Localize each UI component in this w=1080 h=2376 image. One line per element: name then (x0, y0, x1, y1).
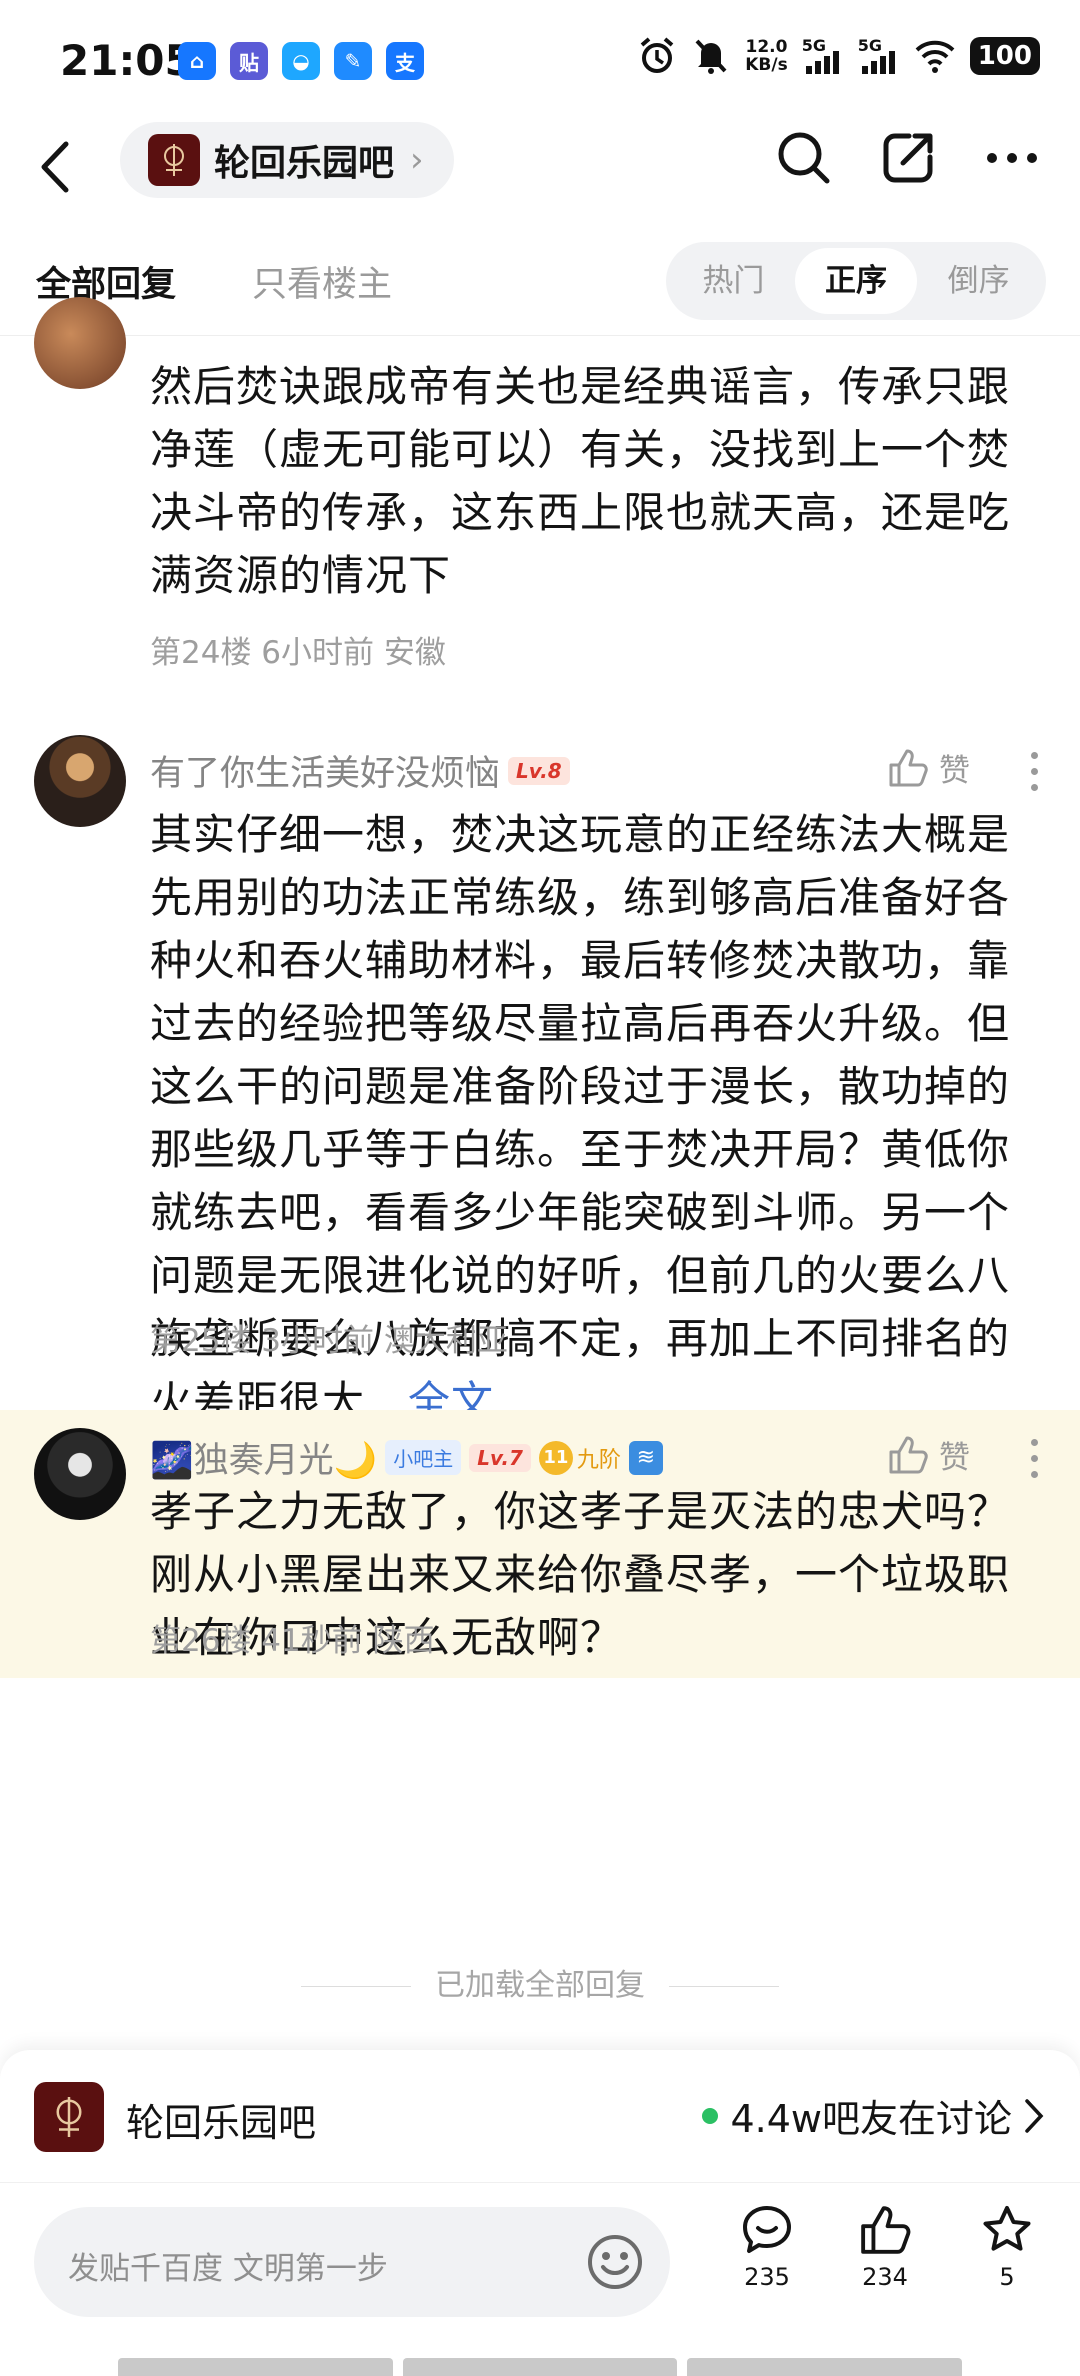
status-indicators: 12.0 KB/s 5G 5G 100 (637, 36, 1040, 76)
rank-badge: 11 九阶 (538, 1440, 621, 1475)
reply-meta: 第24楼 6小时前 安徽 (150, 635, 446, 671)
like-label: 赞 (939, 1440, 970, 1476)
app-icon-4: ✎ (334, 42, 372, 80)
more-vertical-icon[interactable] (1022, 1439, 1046, 1478)
avatar[interactable] (34, 735, 126, 827)
battery-indicator: 100 (969, 37, 1040, 75)
forum-emblem-icon (164, 144, 184, 176)
reply-input[interactable]: 发贴千百度 文明第一步 (34, 2207, 670, 2317)
forum-name: 轮回乐园吧 (126, 2101, 317, 2145)
app-icon-2: 贴 (230, 42, 268, 80)
reply-meta: 第26楼 41秒前 陕西 (150, 1623, 435, 1659)
like-button[interactable]: 赞 (887, 745, 970, 790)
forum-footer-card[interactable]: 轮回乐园吧 4.4w吧友在讨论 (0, 2050, 1080, 2182)
sort-toggle-group: 热门 正序 倒序 (666, 242, 1046, 320)
search-button[interactable] (774, 128, 834, 188)
comment-button[interactable]: 235 (722, 2203, 812, 2291)
thumbs-up-icon (889, 1436, 928, 1473)
all-loaded-notice: 已加载全部回复 (0, 1960, 1080, 2004)
reply-feed: 然后焚诀跟成帝有关也是经典谣言，传承只跟净莲（虚无可能可以）有关，没找到上一个焚… (0, 297, 1080, 1678)
admin-badge: 小吧主 (385, 1440, 462, 1475)
reply-item: 有了你生活美好没烦恼 Lv.8 赞 其实仔细一想，焚决这玩意的正经练法大概是先用… (0, 707, 1080, 1426)
tab-op-only[interactable]: 只看楼主 (252, 256, 392, 307)
like-button[interactable]: 赞 (887, 1432, 970, 1477)
thumbs-up-icon (861, 2206, 911, 2254)
discussion-count[interactable]: 4.4w吧友在讨论 (702, 2088, 1044, 2143)
chevron-right-icon (1025, 2098, 1044, 2133)
comment-count: 235 (744, 2263, 790, 2291)
tab-all-replies[interactable]: 全部回复 (36, 256, 176, 307)
reply-placeholder: 发贴千百度 文明第一步 (68, 2251, 388, 2287)
level-badge: Lv.7 (469, 1443, 531, 1472)
reply-meta: 第25楼 3小时前 澳大利亚 (150, 1323, 508, 1359)
wifi-icon (915, 40, 955, 73)
forum-emblem-icon (56, 2097, 82, 2137)
status-time: 21:05 (60, 36, 194, 85)
forum-logo (148, 134, 200, 186)
rank-label: 九阶 (576, 1447, 621, 1473)
reply-filter-bar: 全部回复 只看楼主 热门 正序 倒序 (0, 236, 1080, 336)
share-button[interactable] (878, 128, 938, 188)
wave-badge-icon: ≋ (628, 1440, 663, 1475)
more-vertical-icon[interactable] (1022, 752, 1046, 791)
sort-desc-button[interactable]: 倒序 (917, 248, 1040, 314)
mute-icon (695, 39, 727, 74)
reply-item: 然后焚诀跟成帝有关也是经典谣言，传承只跟净莲（虚无可能可以）有关，没找到上一个焚… (0, 297, 1080, 707)
star-icon (983, 2206, 1031, 2251)
rank-number: 11 (538, 1440, 573, 1475)
app-icon-3: ◒ (282, 42, 320, 80)
reply-header: 🌌独奏月光🌙 小吧主 Lv.7 11 九阶 ≋ (150, 1432, 663, 1483)
like-post-button[interactable]: 234 (840, 2203, 930, 2291)
signal-5g-icon: 5G (802, 36, 844, 76)
like-label: 赞 (939, 753, 970, 789)
chevron-right-icon: › (410, 140, 424, 180)
comment-icon (743, 2206, 791, 2253)
back-button[interactable] (40, 132, 90, 202)
emoji-icon[interactable] (586, 2233, 644, 2291)
search-icon (778, 132, 830, 184)
reply-header: 有了你生活美好没烦恼 Lv.8 (150, 745, 570, 796)
sort-hot-button[interactable]: 热门 (672, 248, 795, 314)
username[interactable]: 有了你生活美好没烦恼 (150, 745, 500, 796)
net-speed: 12.0 KB/s (745, 37, 788, 75)
username[interactable]: 🌌独奏月光🌙 (150, 1432, 377, 1483)
favorite-button[interactable]: 5 (962, 2203, 1052, 2291)
chevron-left-icon (41, 141, 69, 193)
share-icon (883, 133, 933, 183)
nav-actions (774, 128, 1042, 188)
forum-name: 轮回乐园吧 (214, 143, 395, 184)
alarm-icon (640, 37, 674, 73)
status-bar: 21:05 ⌂ 贴 ◒ ✎ 支 12.0 KB/s 5G 5G 100 (0, 0, 1080, 120)
sort-asc-button[interactable]: 正序 (794, 248, 918, 314)
online-dot-icon (702, 2107, 719, 2124)
signal-5g-icon-2: 5G (858, 36, 900, 76)
forum-entry-pill[interactable]: 轮回乐园吧 › (120, 122, 454, 198)
more-horizontal-icon (987, 153, 1037, 163)
favorite-count: 5 (999, 2263, 1015, 2291)
like-count: 234 (862, 2263, 908, 2291)
avatar[interactable] (34, 297, 126, 389)
bottom-action-bar: 发贴千百度 文明第一步 235 234 5 (0, 2182, 1080, 2376)
reply-item-highlighted: 🌌独奏月光🌙 小吧主 Lv.7 11 九阶 ≋ 赞 孝子之力无敌了，你这孝子是灭… (0, 1410, 1080, 1678)
more-options-button[interactable] (982, 128, 1042, 188)
level-badge: Lv.8 (508, 756, 570, 785)
alipay-icon: 支 (386, 42, 424, 80)
status-app-icons: ⌂ 贴 ◒ ✎ 支 (178, 42, 424, 80)
forum-logo (34, 2082, 104, 2152)
reply-content: 然后焚诀跟成帝有关也是经典谣言，传承只跟净莲（虚无可能可以）有关，没找到上一个焚… (150, 362, 1011, 600)
system-gesture-bar (118, 2358, 963, 2376)
avatar[interactable] (34, 1428, 126, 1520)
thumbs-up-icon (889, 749, 928, 786)
app-icon-1: ⌂ (178, 42, 216, 80)
